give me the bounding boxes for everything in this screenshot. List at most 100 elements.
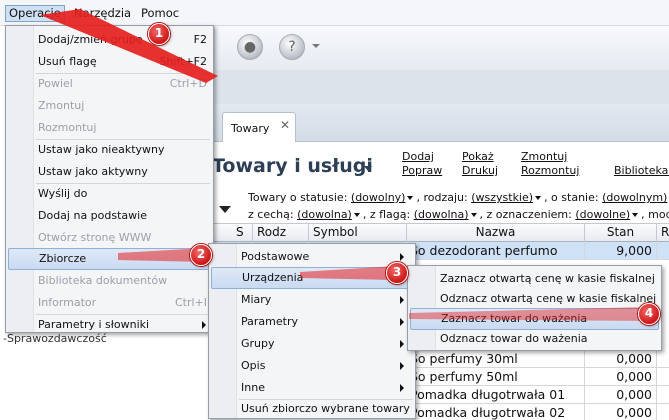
menu-narzedzia[interactable]: Narzędzia [71,5,134,22]
submenu-item-inne[interactable]: Inne [211,377,413,399]
print-link[interactable]: Drukuj [462,164,498,177]
oznaczenie-filter-value[interactable]: (dowolne) [575,208,630,221]
menu-item-label: Parametry i słowniki [38,318,150,331]
menu-item-label: Zbiorcze [39,252,87,265]
chevron-down-icon[interactable] [407,195,414,200]
user-icon[interactable]: ● [237,34,263,60]
edit-link[interactable]: Popraw [402,164,442,177]
column-rodz[interactable]: Rodz [253,224,309,242]
submenu-item-urzadzenia[interactable]: Urządzenia [211,267,413,289]
operacje-menu: Dodaj/zmień grupę F2 Usuń flagę Shift+F2 Pow… [5,25,214,333]
column-nazwa[interactable]: Nazwa [407,224,585,242]
submenu-item-miary[interactable]: Miary [211,289,413,311]
cell-stan: 0,000 [585,350,657,368]
submenu-item-opis[interactable]: Opis [211,355,413,377]
chevron-right-icon [400,296,404,304]
chevron-down-icon[interactable] [535,195,542,200]
column-rezerwacje[interactable]: Reze [657,224,669,242]
chevron-right-icon [400,362,404,370]
menu-item-remove-flag[interactable]: Usuń flagę Shift+F2 [6,51,213,73]
chevron-down-icon[interactable] [353,212,360,217]
library-link[interactable]: Biblioteka d [614,164,669,177]
chevron-down-icon[interactable] [364,166,372,171]
menu-item-shortcut: Ctrl+D [169,77,207,90]
chevron-down-icon[interactable] [312,44,320,48]
menu-item-add-group[interactable]: Dodaj/zmień grupę F2 [6,29,213,51]
submenu-item-unmark-weighing[interactable]: Odznacz towar do ważenia [410,328,659,350]
submenu-item-grupy[interactable]: Grupy [211,333,413,355]
close-icon[interactable]: ✕ [280,118,290,132]
add-link[interactable]: Dodaj [402,150,434,163]
chevron-down-icon[interactable] [632,212,639,217]
column-stan[interactable]: Stan [585,224,657,242]
submenu-item-mark-open-price[interactable]: Zaznacz otwartą cenę w kasie fiskalnej [410,268,659,290]
menu-bar: Operacje Narzędzia Pomoc [0,0,669,26]
menu-item-add-based-on[interactable]: Dodaj na podstawie [6,205,213,227]
menu-item-shortcut: Ctrl+I [174,296,207,309]
cecha-filter-value[interactable]: (dowolna) [297,208,352,221]
stan-filter-value[interactable]: (dowolnym) [602,191,667,204]
menu-item-label: Powiel [38,77,73,90]
show-link[interactable]: Pokaż [462,150,494,163]
cell-stan: 0,000 [585,386,657,404]
menu-item-label: Informator [38,296,97,309]
callout-badge-1: 1 [148,23,170,45]
status-filter-value[interactable]: (dowolny) [351,191,406,204]
menu-item-set-active[interactable]: Ustaw jako aktywny [6,161,213,183]
menu-item-open-www[interactable]: Otwórz stronę WWW [6,227,213,249]
help-icon[interactable]: ? [279,34,305,60]
cell-nazwa: So perfumy 50ml [407,368,585,386]
submenu-item-unmark-open-price[interactable]: Odznacz otwartą cenę w kasie fiskalnej [410,288,659,310]
menu-item-assemble[interactable]: Zmontuj [6,95,213,117]
menu-item-label: Ustaw jako nieaktywny [38,143,165,156]
menu-item-label: Biblioteka dokumentów [38,274,168,287]
menu-item-label: Otwórz stronę WWW [38,231,152,244]
menu-item-label: Parametry [241,315,298,328]
menu-item-set-inactive[interactable]: Ustaw jako nieaktywny [6,139,213,161]
menu-item-label: Odznacz towar do ważenia [440,332,588,345]
flaga-filter-value[interactable]: (dowolna) [414,208,469,221]
menu-item-shortcut: F2 [193,33,207,46]
menu-item-informator[interactable]: Informator Ctrl+I [6,292,213,314]
chevron-down-icon[interactable] [470,212,477,217]
submenu-item-delete-batch[interactable]: Usuń zbiorczo wybrane towary [211,398,413,420]
zbiorcze-submenu: Podstawowe Urządzenia Miary Parametry Grupy O… [208,243,416,419]
menu-item-duplicate[interactable]: Powiel Ctrl+D [6,73,213,95]
filter-row-2: z cechą: (dowolna), z flagą: (dowolna), … [248,208,669,221]
disassemble-link[interactable]: Rozmontuj [521,164,579,177]
menu-item-label: Inne [241,381,265,394]
menu-item-label: Wyślij do [38,187,88,200]
status-filter-label: Towary o statusie: [248,191,348,204]
column-symbol[interactable]: Symbol [309,224,407,242]
chevron-down-icon[interactable] [219,206,231,213]
tab-towary[interactable]: Towary ✕ [222,112,296,143]
submenu-item-podstawowe[interactable]: Podstawowe [211,246,413,268]
page-title[interactable]: Towary i usługi [212,155,373,177]
menu-item-parameters-dictionaries[interactable]: Parametry i słowniki [6,314,213,336]
menu-item-disassemble[interactable]: Rozmontuj [6,117,213,139]
menu-item-send-to[interactable]: Wyślij do [6,183,213,205]
submenu-item-mark-weighing[interactable]: Zaznacz towar do ważenia [410,308,659,330]
flaga-filter-label: , z flagą: [362,208,411,221]
chevron-right-icon [400,318,404,326]
cell-rezerwacje: 0 [657,242,669,260]
callout-badge-4: 4 [638,303,660,325]
menu-item-label: Usuń zbiorczo wybrane towary [241,402,410,415]
menu-item-zbiorcze[interactable]: Zbiorcze [8,248,211,270]
menu-item-label: Zmontuj [38,99,85,112]
menu-operacje[interactable]: Operacje [5,5,65,22]
submenu-item-parametry[interactable]: Parametry [211,311,413,333]
menu-pomoc[interactable]: Pomoc [138,5,182,22]
menu-item-document-library[interactable]: Biblioteka dokumentów [6,270,213,292]
menu-item-label: Dodaj/zmień grupę [38,33,143,46]
menu-item-label: Ustaw jako aktywny [38,165,148,178]
cell-rezerwacje: 0 [657,386,669,404]
chevron-right-icon [400,253,404,261]
rodzaj-filter-value[interactable]: (wszystkie) [471,191,533,204]
column-s[interactable]: S [232,224,253,242]
chevron-right-icon [400,340,404,348]
toolbar: ● ? [215,26,669,70]
cell-rezerwacje: 0 [657,368,669,386]
assemble-link[interactable]: Zmontuj [521,150,567,163]
menu-item-label: Opis [241,359,266,372]
